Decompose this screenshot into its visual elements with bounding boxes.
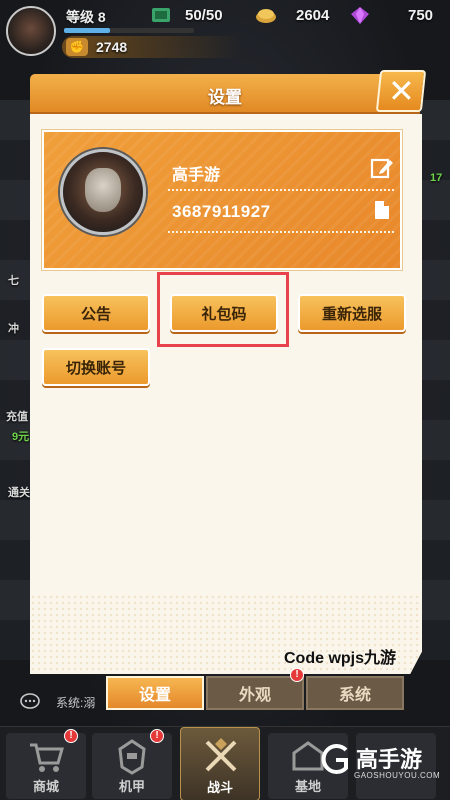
settings-dialog: 设置 ✕ 高手游 3687911927 公告 礼包码 重新选服 切换账号 bbox=[30, 70, 427, 674]
power-bar bbox=[62, 36, 242, 58]
profile-avatar[interactable] bbox=[60, 149, 146, 235]
nav-shop[interactable]: 商城 bbox=[6, 733, 86, 799]
edit-icon[interactable] bbox=[370, 156, 394, 180]
fist-icon: ✊ bbox=[66, 38, 88, 56]
close-icon: ✕ bbox=[387, 73, 415, 109]
nav-label: 战斗 bbox=[206, 780, 233, 795]
mecha-icon bbox=[118, 739, 146, 775]
nav-battle[interactable]: 战斗 bbox=[180, 727, 260, 800]
side-label: 9元 bbox=[12, 431, 30, 443]
copy-icon[interactable] bbox=[370, 198, 394, 222]
side-label: 通关 bbox=[8, 487, 30, 499]
player-name: 高手游 bbox=[172, 167, 221, 184]
watermark-title: 高手游 bbox=[356, 747, 423, 772]
gem-icon bbox=[351, 7, 369, 24]
power-value: 2748 bbox=[96, 39, 128, 55]
divider bbox=[168, 231, 394, 233]
dialog-body: 高手游 3687911927 公告 礼包码 重新选服 切换账号 bbox=[30, 114, 422, 674]
dialog-header: 设置 bbox=[30, 74, 420, 114]
xp-bar bbox=[64, 28, 194, 33]
nav-mecha[interactable]: 机甲 bbox=[92, 733, 172, 799]
announcement-button[interactable]: 公告 bbox=[42, 294, 150, 332]
profile-card: 高手游 3687911927 bbox=[41, 129, 403, 271]
energy-value: 50/50 bbox=[185, 7, 223, 24]
reselect-server-button[interactable]: 重新选服 bbox=[298, 294, 406, 332]
side-label: 七 bbox=[8, 275, 19, 287]
player-uid: 3687911927 bbox=[172, 202, 271, 221]
gift-code-highlight bbox=[157, 272, 289, 347]
system-message: 系统:溺 bbox=[56, 696, 96, 710]
gem-value: 750 bbox=[408, 7, 434, 24]
close-button[interactable]: ✕ bbox=[375, 70, 427, 112]
tab-settings[interactable]: 设置 bbox=[106, 676, 204, 710]
notification-badge: ! bbox=[150, 729, 164, 743]
nav-label: 机甲 bbox=[118, 779, 145, 794]
watermark-logo bbox=[321, 744, 348, 774]
side-label: 冲 bbox=[8, 323, 19, 335]
chat-icon[interactable] bbox=[20, 693, 40, 711]
background-left-panel bbox=[0, 100, 30, 660]
gold-value: 2604 bbox=[296, 7, 330, 24]
tab-appearance[interactable]: 外观 bbox=[206, 676, 304, 710]
background-right-panel bbox=[420, 100, 450, 660]
code-caption: Code wpjs九游 bbox=[284, 650, 397, 667]
crossed-swords-icon bbox=[205, 738, 237, 772]
switch-account-button[interactable]: 切换账号 bbox=[42, 348, 150, 386]
divider bbox=[168, 189, 394, 191]
dialog-title: 设置 bbox=[208, 88, 242, 107]
player-avatar[interactable] bbox=[6, 6, 56, 56]
side-label: 17 bbox=[430, 172, 443, 184]
notification-badge: ! bbox=[64, 729, 78, 743]
watermark-subtitle: GAOSHOUYOU.COM bbox=[354, 771, 441, 780]
gold-icon bbox=[256, 9, 276, 23]
top-hud: 等级 8 50/50 2604 750 ✊ 2748 bbox=[0, 0, 450, 64]
notification-badge: ! bbox=[290, 668, 304, 682]
nav-label: 商城 bbox=[32, 779, 59, 794]
nav-label: 基地 bbox=[294, 779, 321, 794]
side-label: 充值 bbox=[6, 411, 28, 423]
player-level: 等级 8 bbox=[66, 9, 106, 25]
tab-system[interactable]: 系统 bbox=[306, 676, 404, 710]
cart-icon bbox=[30, 743, 64, 772]
energy-icon bbox=[152, 8, 170, 22]
